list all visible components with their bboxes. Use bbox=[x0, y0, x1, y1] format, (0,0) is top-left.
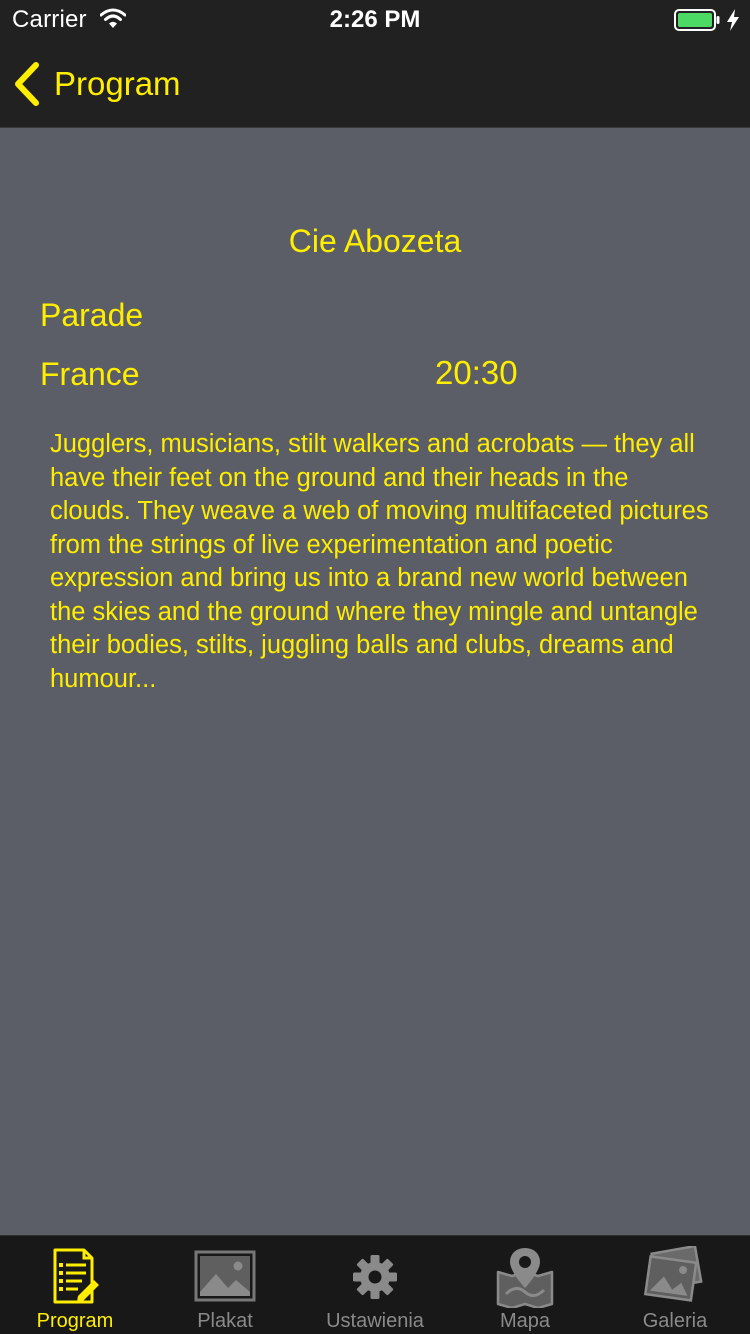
battery-icon bbox=[674, 9, 720, 31]
tab-label-ustawienia: Ustawienia bbox=[326, 1310, 424, 1332]
status-bar: Carrier 2:26 PM bbox=[0, 0, 750, 40]
charging-bolt-icon bbox=[726, 8, 740, 32]
tab-mapa[interactable]: Mapa bbox=[450, 1236, 600, 1334]
navigation-bar: Program bbox=[0, 40, 750, 128]
event-time: 20:30 bbox=[435, 354, 518, 391]
top-bar: Carrier 2:26 PM Program bbox=[0, 0, 750, 128]
tab-label-mapa: Mapa bbox=[499, 1310, 551, 1332]
tab-ustawienia[interactable]: Ustawienia bbox=[300, 1236, 450, 1334]
event-country: France bbox=[40, 356, 140, 392]
gear-icon bbox=[342, 1246, 408, 1308]
back-button[interactable]: Program bbox=[12, 60, 181, 108]
poster-image-icon bbox=[192, 1246, 258, 1308]
back-button-label: Program bbox=[54, 65, 181, 102]
tab-label-program: Program bbox=[36, 1310, 114, 1332]
tab-plakat[interactable]: Plakat bbox=[150, 1236, 300, 1334]
gallery-icon bbox=[642, 1246, 708, 1308]
tab-label-galeria: Galeria bbox=[642, 1310, 708, 1332]
map-pin-icon bbox=[492, 1246, 558, 1308]
program-list-icon bbox=[42, 1246, 108, 1308]
artist-name: Cie Abozeta bbox=[288, 223, 462, 259]
event-detail: Cie Abozeta Parade France 20:30 Jugglers… bbox=[0, 129, 750, 1235]
tab-label-plakat: Plakat bbox=[197, 1310, 253, 1332]
event-category: Parade bbox=[40, 297, 144, 333]
chevron-left-icon bbox=[15, 62, 39, 106]
tab-program[interactable]: Program bbox=[0, 1236, 150, 1334]
event-description: Jugglers, musicians, stilt walkers and a… bbox=[50, 430, 709, 693]
tab-galeria[interactable]: Galeria bbox=[600, 1236, 750, 1334]
tab-bar: Program Plakat Ustawienia Mapa Galeria bbox=[0, 1235, 750, 1334]
screen: Carrier 2:26 PM Program Cie Abozeta Para… bbox=[0, 0, 750, 1334]
status-time: 2:26 PM bbox=[329, 6, 421, 33]
